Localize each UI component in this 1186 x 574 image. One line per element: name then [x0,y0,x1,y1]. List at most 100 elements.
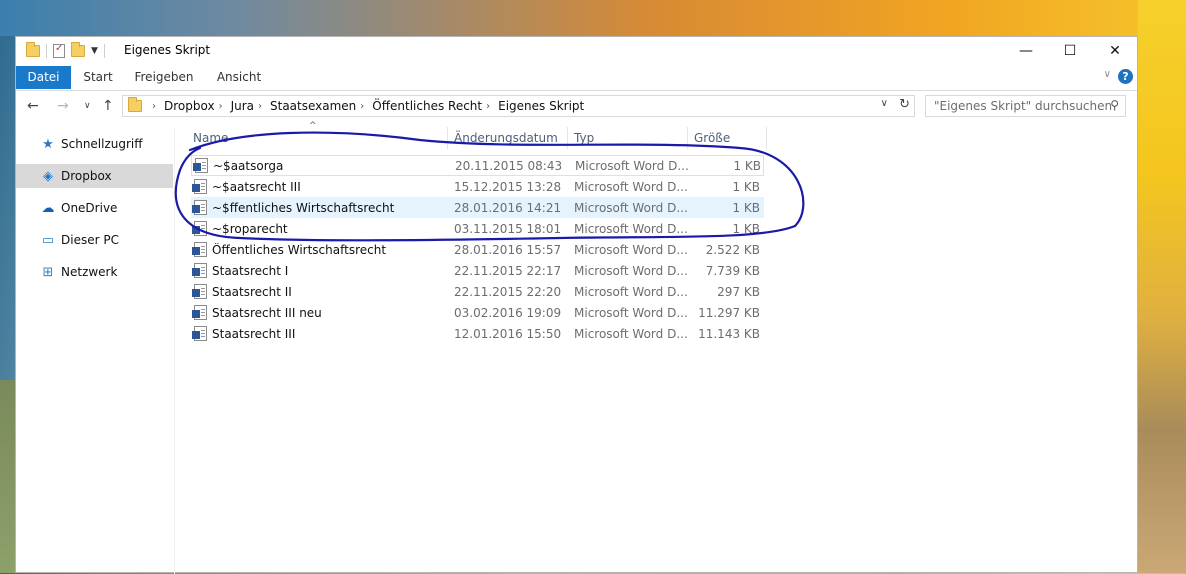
file-row[interactable]: ~$roparecht 03.11.2015 18:01 Microsoft W… [191,218,764,239]
file-name: Staatsrecht II [212,284,292,299]
file-size: 7.739 KB [705,263,760,278]
search-placeholder: "Eigenes Skript" durchsuchen [934,99,1113,113]
monitor-icon: ▭ [41,232,55,248]
forward-arrow-icon[interactable]: → [57,98,69,114]
file-row[interactable]: ~$ffentliches Wirtschaftsrecht 28.01.201… [191,197,764,218]
tab-freigeben[interactable]: Freigeben [132,66,196,89]
nav-item-dropbox[interactable]: ◈ Dropbox [16,164,173,188]
file-name: ~$ffentliches Wirtschaftsrecht [212,200,395,215]
nav-item-dieser-pc[interactable]: ▭ Dieser PC [16,228,173,252]
quick-access-toolbar: ▼ [26,42,105,60]
properties-icon[interactable] [53,43,65,58]
file-size: 1 KB [732,179,760,194]
expand-ribbon-icon[interactable]: ∨ [1104,69,1111,80]
column-header-name[interactable]: Name [187,127,448,149]
file-row[interactable]: ~$aatsrecht III 15.12.2015 13:28 Microso… [191,176,764,197]
breadcrumb-oeffentliches-recht[interactable]: Öffentliches Recht [372,99,482,113]
file-type: Microsoft Word D... [574,305,688,320]
folder-icon [26,42,40,57]
file-date: 20.11.2015 08:43 [455,158,563,173]
file-row[interactable]: ~$aatsorga 20.11.2015 08:43 Microsoft Wo… [191,155,764,176]
breadcrumb-jura[interactable]: Jura [231,99,254,113]
nav-item-label: Netzwerk [61,265,118,279]
back-arrow-icon[interactable]: ← [27,98,39,114]
tab-start[interactable]: Start [78,66,118,89]
address-bar[interactable]: › Dropbox › Jura › Staatsexamen › Öffent… [122,95,915,117]
explorer-window: ▼ Eigenes Skript — ☐ ✕ Datei Start Freig… [15,36,1138,574]
file-type: Microsoft Word D... [574,179,688,194]
folder-icon [128,97,142,112]
breadcrumb-eigenes-skript[interactable]: Eigenes Skript [498,99,584,113]
customize-toolbar-icon[interactable]: ▼ [91,46,98,56]
file-list: ^ Name Änderungsdatum Typ Größe ~$aatsor… [181,121,1136,574]
file-name: Staatsrecht III neu [212,305,322,320]
nav-item-label: Dieser PC [61,233,119,247]
chevron-right-icon[interactable]: › [219,101,223,112]
file-size: 2.522 KB [705,242,760,257]
word-document-icon [192,263,207,278]
file-row[interactable]: Öffentliches Wirtschaftsrecht 28.01.2016… [191,239,764,260]
star-icon: ★ [42,136,54,152]
nav-item-label: Dropbox [61,169,112,183]
tab-datei[interactable]: Datei [16,66,71,89]
file-type: Microsoft Word D... [574,221,688,236]
new-folder-icon[interactable] [71,42,85,57]
cloud-icon: ☁ [41,200,55,216]
navigation-pane: ★ Schnellzugriff ◈ Dropbox ☁ OneDrive ▭ … [16,127,175,574]
navigation-bar: ← → ∨ ↑ › Dropbox › Jura › Staatsexamen … [16,94,1137,119]
file-row[interactable]: Staatsrecht III 12.01.2016 15:50 Microso… [191,323,764,344]
nav-item-label: OneDrive [61,201,118,215]
column-header-size[interactable]: Größe [688,127,767,149]
window-title: Eigenes Skript [124,43,211,57]
column-header-date[interactable]: Änderungsdatum [448,127,568,149]
refresh-icon[interactable]: ↻ [899,97,910,112]
word-document-icon [192,242,207,257]
word-document-icon [192,200,207,215]
file-date: 28.01.2016 15:57 [454,242,562,257]
maximize-button[interactable]: ☐ [1047,37,1093,64]
help-icon[interactable]: ? [1118,69,1133,84]
nav-item-onedrive[interactable]: ☁ OneDrive [16,196,173,220]
column-header-type[interactable]: Typ [568,127,688,149]
file-type: Microsoft Word D... [574,242,688,257]
file-name: Öffentliches Wirtschaftsrecht [212,242,387,257]
file-date: 15.12.2015 13:28 [454,179,562,194]
word-document-icon [192,305,207,320]
breadcrumb-dropbox[interactable]: Dropbox [164,99,215,113]
tab-ansicht[interactable]: Ansicht [212,66,266,89]
file-name: Staatsrecht III [212,326,296,341]
file-type: Microsoft Word D... [574,326,688,341]
file-date: 03.02.2016 19:09 [454,305,562,320]
recent-locations-icon[interactable]: ∨ [84,101,91,111]
file-size: 1 KB [732,221,760,236]
file-date: 22.11.2015 22:17 [454,263,562,278]
file-date: 03.11.2015 18:01 [454,221,562,236]
nav-item-schnellzugriff[interactable]: ★ Schnellzugriff [16,132,173,156]
file-row[interactable]: Staatsrecht III neu 03.02.2016 19:09 Mic… [191,302,764,323]
file-row[interactable]: Staatsrecht II 22.11.2015 22:20 Microsof… [191,281,764,302]
file-row[interactable]: Staatsrecht I 22.11.2015 22:17 Microsoft… [191,260,764,281]
file-date: 22.11.2015 22:20 [454,284,562,299]
chevron-right-icon[interactable]: › [486,101,490,112]
file-name: ~$roparecht [212,221,288,236]
minimize-button[interactable]: — [1003,37,1049,64]
title-bar: ▼ Eigenes Skript — ☐ ✕ [16,37,1137,64]
chevron-right-icon[interactable]: › [258,101,262,112]
search-input[interactable]: "Eigenes Skript" durchsuchen ⚲ [925,95,1126,117]
word-document-icon [192,326,207,341]
file-date: 28.01.2016 14:21 [454,200,562,215]
breadcrumb-staatsexamen[interactable]: Staatsexamen [270,99,356,113]
chevron-right-icon[interactable]: › [152,101,156,112]
address-dropdown-icon[interactable]: ∨ [881,98,888,109]
up-arrow-icon[interactable]: ↑ [102,98,114,114]
file-name: ~$aatsorga [213,158,284,173]
file-size: 11.297 KB [698,305,760,320]
word-document-icon [192,284,207,299]
file-type: Microsoft Word D... [574,200,688,215]
nav-item-netzwerk[interactable]: ⊞ Netzwerk [16,260,173,284]
close-button[interactable]: ✕ [1092,37,1138,64]
file-size: 11.143 KB [698,326,760,341]
file-size: 1 KB [732,200,760,215]
chevron-right-icon[interactable]: › [360,101,364,112]
toolbar-divider [103,44,105,58]
